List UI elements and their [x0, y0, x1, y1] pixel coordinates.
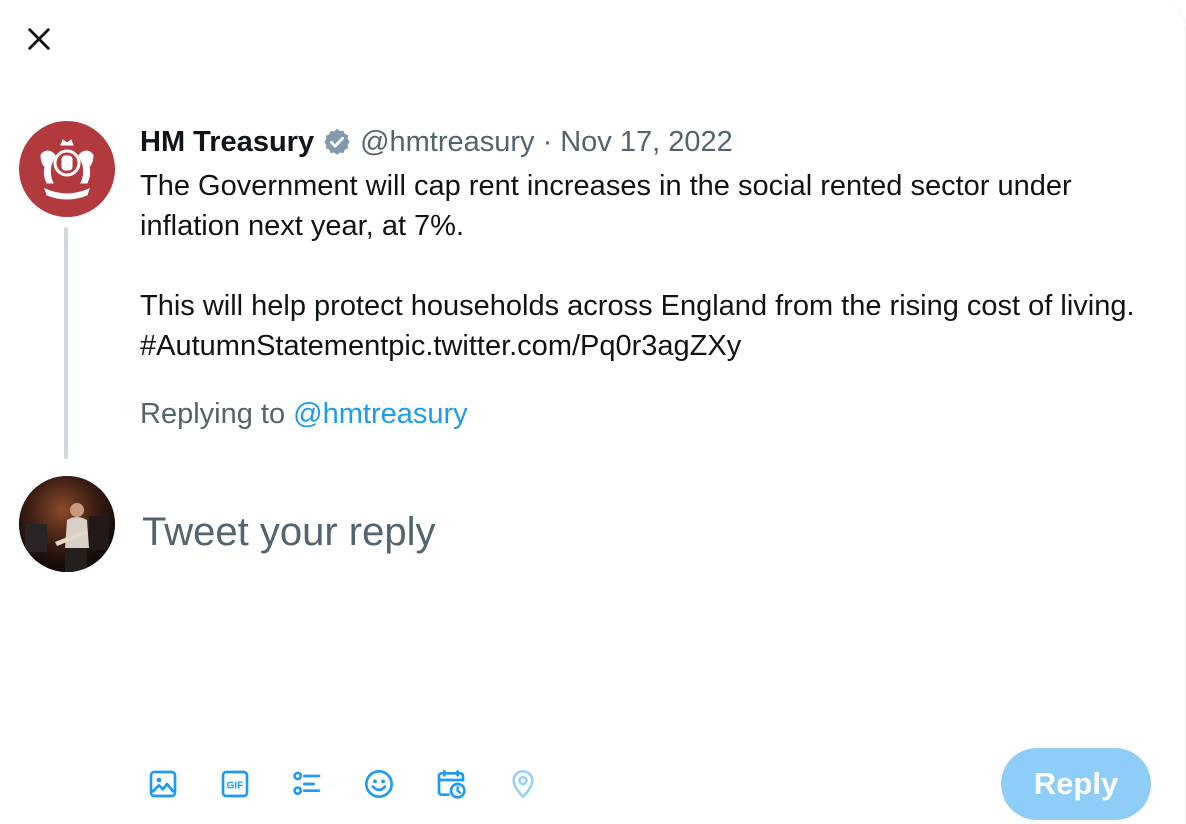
composer-toolbar: GIF	[142, 760, 574, 808]
user-avatar[interactable]	[19, 476, 115, 572]
gif-icon: GIF	[221, 770, 249, 798]
verified-badge-icon	[322, 127, 352, 157]
emoji-icon	[365, 770, 393, 798]
original-tweet: HM Treasury @hmtreasury · Nov 17, 2022 T…	[140, 122, 1150, 366]
svg-text:GIF: GIF	[227, 780, 244, 791]
author-name[interactable]: HM Treasury	[140, 122, 314, 162]
add-media-button[interactable]	[142, 763, 184, 805]
add-location-button[interactable]	[502, 763, 544, 805]
tweet-date[interactable]: Nov 17, 2022	[560, 122, 733, 162]
replying-to-handle-link[interactable]: @hmtreasury	[293, 398, 467, 430]
location-icon	[512, 770, 534, 799]
replying-to-label: Replying to	[140, 398, 286, 430]
reply-dialog: HM Treasury @hmtreasury · Nov 17, 2022 T…	[0, 0, 1186, 824]
replying-to-line: Replying to @hmtreasury	[140, 394, 468, 434]
add-gif-button[interactable]: GIF	[214, 763, 256, 805]
reply-button[interactable]: Reply	[1001, 748, 1151, 820]
user-avatar-photo	[19, 476, 115, 572]
poll-icon	[293, 771, 321, 796]
schedule-icon	[437, 770, 466, 799]
author-avatar[interactable]	[19, 121, 115, 217]
royal-crest-icon	[40, 139, 94, 200]
separator-dot: ·	[542, 126, 553, 158]
add-poll-button[interactable]	[286, 763, 328, 805]
tweet-header: HM Treasury @hmtreasury · Nov 17, 2022	[140, 122, 1150, 162]
close-button[interactable]	[14, 14, 64, 64]
schedule-button[interactable]	[430, 763, 472, 805]
media-icon	[149, 770, 177, 798]
thread-connector-line	[64, 227, 68, 459]
tweet-text: The Government will cap rent increases i…	[140, 170, 1135, 362]
close-icon	[28, 28, 50, 50]
reply-input[interactable]	[142, 502, 1122, 562]
author-handle[interactable]: @hmtreasury	[360, 122, 534, 162]
add-emoji-button[interactable]	[358, 763, 400, 805]
